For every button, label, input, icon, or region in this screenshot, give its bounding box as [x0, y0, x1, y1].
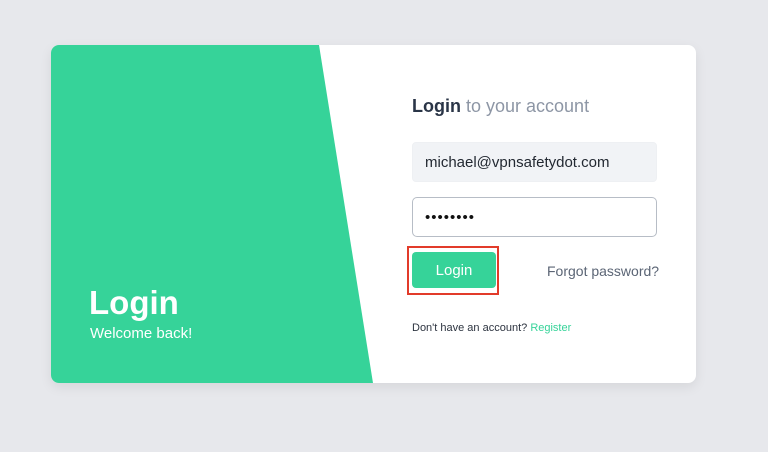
hero-subtitle: Welcome back!	[90, 325, 193, 342]
login-button[interactable]: Login	[412, 252, 496, 288]
form-heading: Login to your account	[412, 94, 589, 118]
form-heading-rest: to your account	[466, 96, 590, 116]
form-heading-strong: Login	[412, 96, 461, 116]
register-link[interactable]: Register	[530, 322, 571, 334]
welcome-panel: Login Welcome back!	[51, 45, 373, 383]
hero-title: Login	[89, 284, 179, 321]
forgot-password-link[interactable]: Forgot password?	[547, 263, 659, 280]
email-field[interactable]	[412, 142, 657, 182]
signup-row: Don't have an account? Register	[412, 321, 571, 335]
signup-prompt: Don't have an account?	[412, 322, 528, 334]
password-field[interactable]	[412, 197, 657, 237]
login-card: Login Welcome back! Login to your accoun…	[51, 45, 696, 383]
